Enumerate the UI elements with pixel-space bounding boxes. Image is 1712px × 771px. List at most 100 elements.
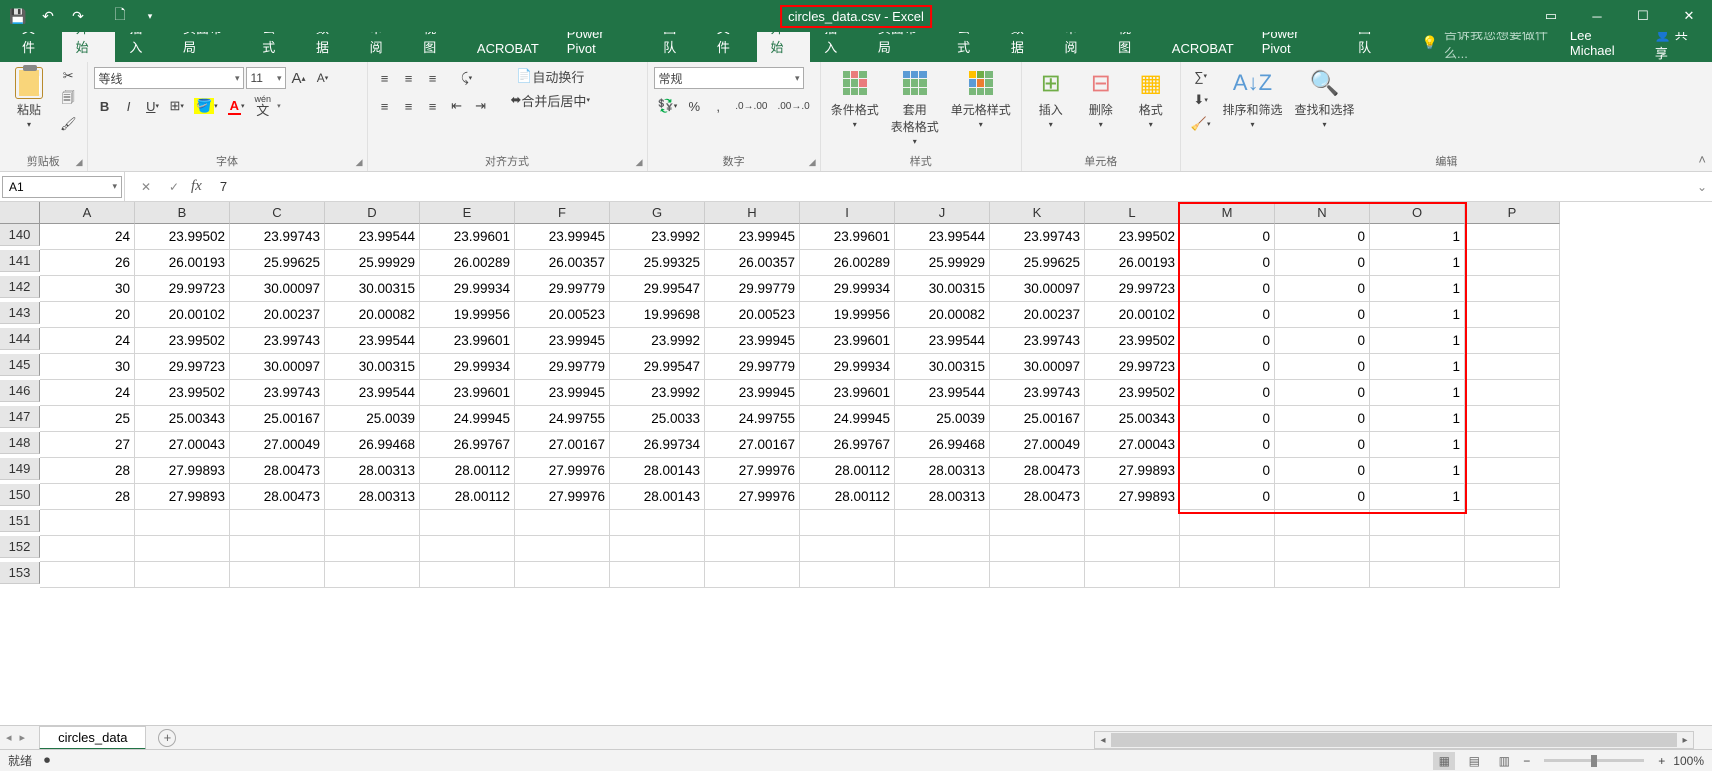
tab-ACROBAT[interactable]: ACROBAT xyxy=(1158,35,1248,62)
cut-icon[interactable]: ✂ xyxy=(56,65,81,87)
cell[interactable] xyxy=(1465,328,1560,354)
row-header-145[interactable]: 145 xyxy=(0,354,40,376)
cell[interactable]: 26.00357 xyxy=(705,250,800,276)
cell[interactable]: 23.99502 xyxy=(135,224,230,250)
conditional-format-button[interactable]: 条件格式▾ xyxy=(827,65,883,131)
cell[interactable] xyxy=(895,510,990,536)
cell[interactable] xyxy=(1275,536,1370,562)
qat-dropdown-icon[interactable]: ▾ xyxy=(136,2,164,30)
cell[interactable]: 30.00097 xyxy=(990,354,1085,380)
page-break-view-icon[interactable]: ▥ xyxy=(1493,752,1515,770)
cell[interactable] xyxy=(40,510,135,536)
cell[interactable]: 25.99625 xyxy=(990,250,1085,276)
cell[interactable] xyxy=(420,536,515,562)
col-header-A[interactable]: A xyxy=(40,202,135,224)
cell[interactable]: 0 xyxy=(1275,224,1370,250)
increase-decimal-icon[interactable]: .0→.00 xyxy=(731,95,771,117)
cell[interactable] xyxy=(705,510,800,536)
sheet-nav-last-icon[interactable]: ▸ xyxy=(20,731,26,744)
cell[interactable] xyxy=(1465,250,1560,276)
cell[interactable]: 25 xyxy=(40,406,135,432)
cell[interactable]: 0 xyxy=(1180,224,1275,250)
col-header-J[interactable]: J xyxy=(895,202,990,224)
cell[interactable]: 30.00315 xyxy=(325,276,420,302)
cell[interactable]: 23.99743 xyxy=(230,380,325,406)
cell[interactable]: 0 xyxy=(1180,406,1275,432)
cell[interactable]: 24 xyxy=(40,380,135,406)
cell[interactable]: 26.00289 xyxy=(420,250,515,276)
cell[interactable]: 20.00082 xyxy=(325,302,420,328)
cell[interactable]: 30.00097 xyxy=(990,276,1085,302)
cell[interactable] xyxy=(705,536,800,562)
cell[interactable]: 29.99934 xyxy=(800,354,895,380)
cell[interactable]: 0 xyxy=(1275,250,1370,276)
decrease-decimal-icon[interactable]: .00→.0 xyxy=(773,95,813,117)
row-header-144[interactable]: 144 xyxy=(0,328,40,350)
cell[interactable]: 28.00313 xyxy=(895,458,990,484)
row-header-150[interactable]: 150 xyxy=(0,484,40,506)
cell[interactable]: 23.99502 xyxy=(1085,224,1180,250)
cell[interactable]: 30.00097 xyxy=(230,354,325,380)
row-header-146[interactable]: 146 xyxy=(0,380,40,402)
cell[interactable]: 29.99779 xyxy=(705,354,800,380)
cell[interactable]: 23.99544 xyxy=(325,380,420,406)
cell[interactable]: 0 xyxy=(1180,250,1275,276)
cell[interactable]: 30.00315 xyxy=(895,276,990,302)
enter-formula-icon[interactable]: ✓ xyxy=(163,180,185,194)
cell[interactable]: 1 xyxy=(1370,406,1465,432)
cell[interactable] xyxy=(990,562,1085,588)
cell[interactable] xyxy=(420,510,515,536)
align-right-icon[interactable]: ≡ xyxy=(422,95,444,117)
format-as-table-button[interactable]: 套用 表格格式▾ xyxy=(887,65,943,148)
cell[interactable]: 1 xyxy=(1370,432,1465,458)
percent-icon[interactable]: % xyxy=(683,95,705,117)
scroll-left-icon[interactable]: ◂ xyxy=(1095,735,1111,746)
cell[interactable]: 0 xyxy=(1180,302,1275,328)
cell[interactable]: 1 xyxy=(1370,250,1465,276)
align-bottom-icon[interactable]: ≡ xyxy=(422,67,444,89)
sheet-tab-active[interactable]: circles_data xyxy=(39,726,146,750)
cell[interactable]: 0 xyxy=(1275,432,1370,458)
cell[interactable]: 29.99723 xyxy=(1085,276,1180,302)
cell[interactable]: 23.99502 xyxy=(135,380,230,406)
col-header-C[interactable]: C xyxy=(230,202,325,224)
comma-icon[interactable]: , xyxy=(707,95,729,117)
cell[interactable]: 23.99601 xyxy=(420,224,515,250)
cell[interactable]: 27.00049 xyxy=(990,432,1085,458)
macro-record-icon[interactable]: ⏺ xyxy=(44,753,50,768)
zoom-slider[interactable] xyxy=(1544,759,1644,762)
cell[interactable]: 23.99544 xyxy=(325,224,420,250)
col-header-G[interactable]: G xyxy=(610,202,705,224)
cell[interactable]: 29.99547 xyxy=(610,276,705,302)
cell[interactable]: 23.9992 xyxy=(610,380,705,406)
increase-indent-icon[interactable]: ⇥ xyxy=(470,95,492,117)
cell[interactable]: 1 xyxy=(1370,380,1465,406)
cell[interactable]: 0 xyxy=(1180,432,1275,458)
cell[interactable] xyxy=(1465,510,1560,536)
cell[interactable]: 28.00313 xyxy=(325,484,420,510)
cell[interactable]: 1 xyxy=(1370,302,1465,328)
cell[interactable]: 26.00193 xyxy=(1085,250,1180,276)
zoom-level[interactable]: 100% xyxy=(1673,754,1704,768)
cell[interactable] xyxy=(800,562,895,588)
cell[interactable]: 24.99755 xyxy=(515,406,610,432)
clear-icon[interactable]: 🧹 ▾ xyxy=(1187,113,1215,135)
cell[interactable]: 25.0033 xyxy=(610,406,705,432)
cell[interactable]: 23.99502 xyxy=(1085,328,1180,354)
cell[interactable]: 23.99502 xyxy=(135,328,230,354)
cell[interactable]: 29.99779 xyxy=(515,354,610,380)
cell[interactable]: 1 xyxy=(1370,354,1465,380)
cell[interactable] xyxy=(135,510,230,536)
cell[interactable] xyxy=(610,562,705,588)
name-box[interactable]: A1 xyxy=(2,176,122,198)
cell[interactable]: 1 xyxy=(1370,328,1465,354)
accounting-icon[interactable]: 💱▾ xyxy=(654,95,682,117)
cell[interactable]: 30.00097 xyxy=(230,276,325,302)
cell[interactable]: 20.00523 xyxy=(705,302,800,328)
cell[interactable]: 27.00167 xyxy=(515,432,610,458)
clipboard-launcher-icon[interactable]: ◢ xyxy=(76,157,83,168)
cell[interactable] xyxy=(515,510,610,536)
paste-button[interactable]: 粘贴 ▾ xyxy=(6,65,52,131)
merge-center-button[interactable]: ⬌合并后居中 ▾ xyxy=(504,89,597,111)
cell[interactable]: 0 xyxy=(1180,380,1275,406)
